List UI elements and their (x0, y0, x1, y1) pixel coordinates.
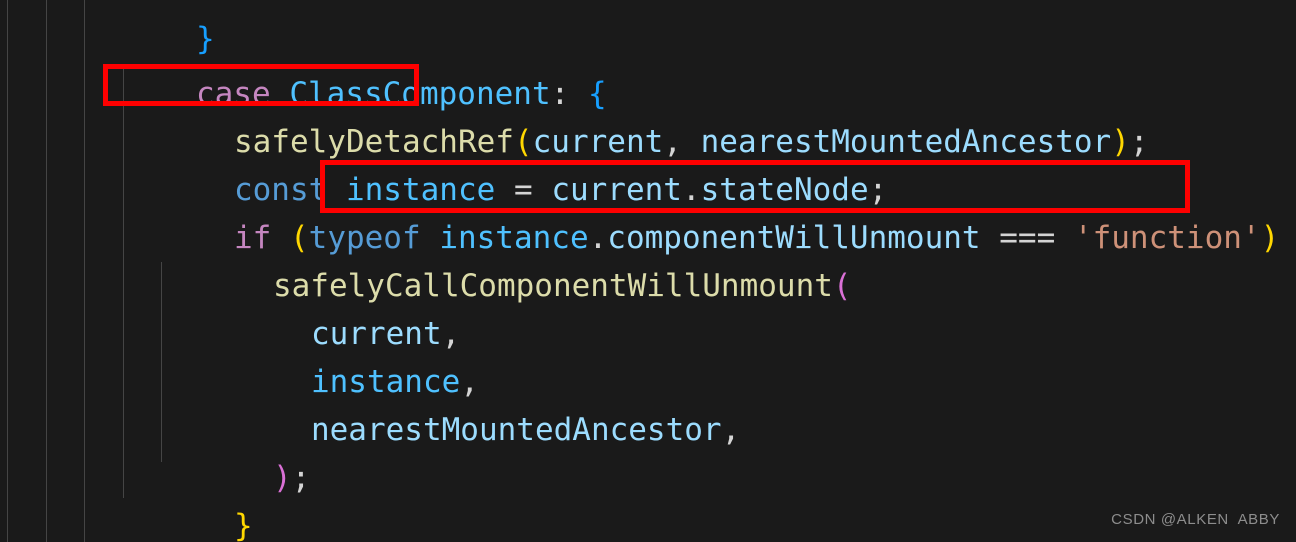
code-line[interactable]: case ClassComponent: { (0, 22, 1296, 112)
code-line[interactable]: } (0, 0, 1296, 57)
code-line[interactable]: if (typeof instance.componentWillUnmount… (0, 166, 1296, 256)
code-line[interactable]: ); (0, 406, 1296, 496)
code-line[interactable]: safelyCallComponentWillUnmount( (0, 214, 1296, 304)
code-line[interactable]: instance, (0, 310, 1296, 400)
code-line[interactable]: } (0, 454, 1296, 542)
code-line[interactable]: current, (0, 262, 1296, 352)
code-line[interactable]: nearestMountedAncestor, (0, 358, 1296, 448)
code-content[interactable]: } case ClassComponent: { safelyDetachRef… (0, 0, 1296, 542)
code-line[interactable]: const instance = current.stateNode; (0, 118, 1296, 208)
watermark: CSDN @ALKEN ABBY (1111, 511, 1280, 528)
code-line[interactable]: return; (0, 502, 1296, 542)
code-line[interactable]: safelyDetachRef(current, nearestMountedA… (0, 70, 1296, 160)
code-editor-screenshot: } case ClassComponent: { safelyDetachRef… (0, 0, 1296, 542)
